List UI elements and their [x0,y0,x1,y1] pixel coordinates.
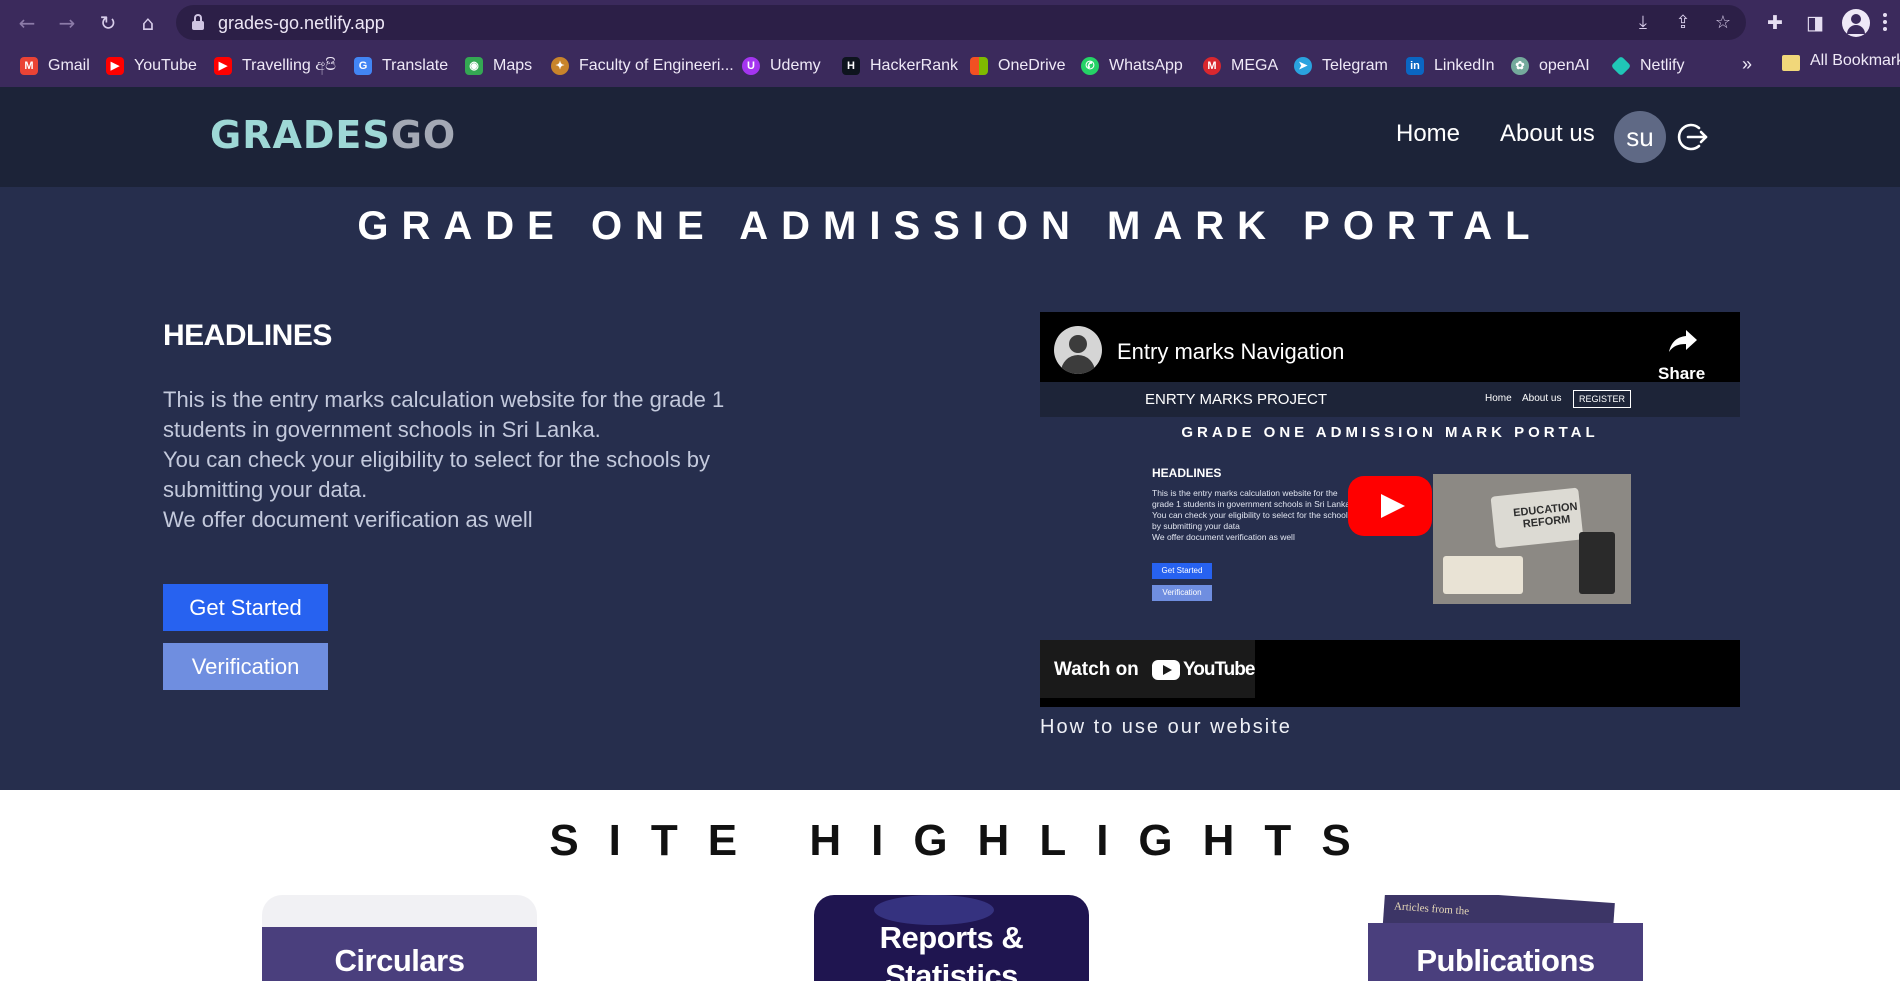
video-thumbnail[interactable]: ENRTY MARKS PROJECT Home About us REGIST… [1040,382,1740,640]
bookmark-netlify[interactable]: Netlify [1610,52,1684,80]
thumbnail-brand: ENRTY MARKS PROJECT [1145,391,1327,408]
thumbnail-home: Home [1485,393,1512,404]
bookmark-star-icon[interactable]: ☆ [1712,12,1734,34]
play-icon[interactable] [1348,476,1432,536]
logout-icon[interactable] [1675,120,1709,154]
share-icon[interactable] [1668,328,1698,354]
headlines-heading: HEADLINES [163,319,332,352]
profile-icon[interactable] [1842,9,1870,37]
side-panel-icon[interactable]: ◨ [1802,10,1828,36]
youtube-icon: ▶ [214,57,232,75]
bookmark-linkedin[interactable]: in LinkedIn [1406,52,1495,80]
linkedin-icon: in [1406,57,1424,75]
reload-icon[interactable]: ↻ [93,8,123,38]
watch-on-youtube-button[interactable]: Watch on YouTube [1040,640,1255,698]
reports-statistics-label: Reports & Statistics [879,920,1024,981]
folder-icon[interactable] [1782,55,1800,71]
headlines-description: This is the entry marks calculation webs… [163,387,725,532]
highlights-title: SITE HIGHLIGHTS [549,816,1381,865]
bookmark-udemy[interactable]: U Udemy [742,52,821,80]
forward-icon[interactable]: → [52,8,82,38]
mega-icon: M [1203,57,1221,75]
udemy-icon: U [742,57,760,75]
thumbnail-navbar: ENRTY MARKS PROJECT Home About us REGIST… [1040,382,1740,417]
browser-toolbar: ← → ↻ ⌂ grades-go.netlify.app ⤓ ⇪ ☆ ✚ ◨ [0,0,1900,46]
reports-statistics-card[interactable]: Reports & Statistics [814,895,1089,981]
video-caption: How to use our website [1040,716,1292,738]
circulars-card[interactable]: Circulars [262,895,537,981]
extensions-icon[interactable]: ✚ [1762,10,1788,36]
bookmarks-bar: M Gmail ▶ YouTube ▶ Travelling අපි G Transla… [0,46,1900,87]
thumbnail-verification: Verification [1152,585,1212,601]
address-bar[interactable]: grades-go.netlify.app ⤓ ⇪ ☆ [176,5,1746,40]
lock-icon[interactable] [192,14,204,30]
bookmark-youtube[interactable]: ▶ YouTube [106,52,197,80]
site-logo[interactable]: GRADESGO [210,113,456,157]
microsoft-icon [970,57,988,75]
url-text[interactable]: grades-go.netlify.app [218,13,385,34]
bookmark-hackerrank[interactable]: H HackerRank [842,52,958,80]
circulars-label: Circulars [334,943,465,978]
youtube-icon: ▶ [106,57,124,75]
thumbnail-description: This is the entry marks calculation webs… [1152,488,1353,542]
nav-about-link[interactable]: About us [1500,120,1595,148]
channel-avatar[interactable] [1054,326,1102,374]
bookmark-faculty[interactable]: ✦ Faculty of Engineeri... [551,52,734,80]
youtube-embed[interactable]: Entry marks Navigation Share ENRTY MARKS… [1040,312,1740,707]
bookmarks-overflow-icon[interactable]: » [1742,54,1752,75]
publications-label: Publications [1416,943,1595,978]
nav-home-link[interactable]: Home [1396,120,1460,148]
publications-card[interactable]: Articles from the Publications [1368,895,1643,981]
user-avatar[interactable]: su [1614,111,1666,163]
get-started-button[interactable]: Get Started [163,584,328,631]
video-title[interactable]: Entry marks Navigation [1117,339,1344,365]
bookmark-maps[interactable]: ◉ Maps [465,52,532,80]
thumbnail-get-started: Get Started [1152,563,1212,579]
bookmark-mega[interactable]: M MEGA [1203,52,1278,80]
youtube-logo-icon: YouTube [1152,658,1255,682]
bookmark-whatsapp[interactable]: ✆ WhatsApp [1081,52,1183,80]
faculty-icon: ✦ [551,57,569,75]
whatsapp-icon: ✆ [1081,57,1099,75]
hero-section: GRADE ONE ADMISSION MARK PORTAL HEADLINE… [0,187,1900,790]
bookmark-translate[interactable]: G Translate [354,52,448,80]
share-label[interactable]: Share [1658,364,1705,384]
translate-icon: G [354,57,372,75]
thumbnail-about: About us [1522,393,1562,404]
gmail-icon: M [20,57,38,75]
browser-chrome: ← → ↻ ⌂ grades-go.netlify.app ⤓ ⇪ ☆ ✚ ◨ … [0,0,1900,87]
bookmark-onedrive[interactable]: OneDrive [970,52,1066,80]
thumbnail-headlines: HEADLINES [1152,466,1222,480]
thumbnail-register: REGISTER [1573,390,1631,408]
page-title: GRADE ONE ADMISSION MARK PORTAL [357,204,1543,248]
site-header: GRADESGO Home About us su [0,87,1900,187]
openai-icon: ✿ [1511,57,1529,75]
verification-button[interactable]: Verification [163,643,328,690]
back-icon[interactable]: ← [12,8,42,38]
bookmark-openai[interactable]: ✿ openAI [1511,52,1590,80]
browser-menu-icon[interactable] [1882,10,1888,36]
bookmark-gmail[interactable]: M Gmail [20,52,90,80]
bookmark-travelling[interactable]: ▶ Travelling අපි [214,52,336,80]
install-icon[interactable]: ⤓ [1632,12,1654,34]
thumbnail-title: GRADE ONE ADMISSION MARK PORTAL [1181,424,1599,441]
video-top-bar: Entry marks Navigation Share [1040,312,1740,384]
maps-icon: ◉ [465,57,483,75]
netlify-icon [1610,55,1632,77]
home-icon[interactable]: ⌂ [133,8,163,38]
all-bookmarks[interactable]: All Bookmarks [1810,52,1900,70]
site-highlights-section: SITE HIGHLIGHTS Circulars Reports & Stat… [0,790,1900,981]
bookmark-telegram[interactable]: ➤ Telegram [1294,52,1388,80]
hackerrank-icon: H [842,57,860,75]
education-reform-image: EDUCATION REFORM [1433,474,1631,604]
share-page-icon[interactable]: ⇪ [1672,12,1694,34]
telegram-icon: ➤ [1294,57,1312,75]
